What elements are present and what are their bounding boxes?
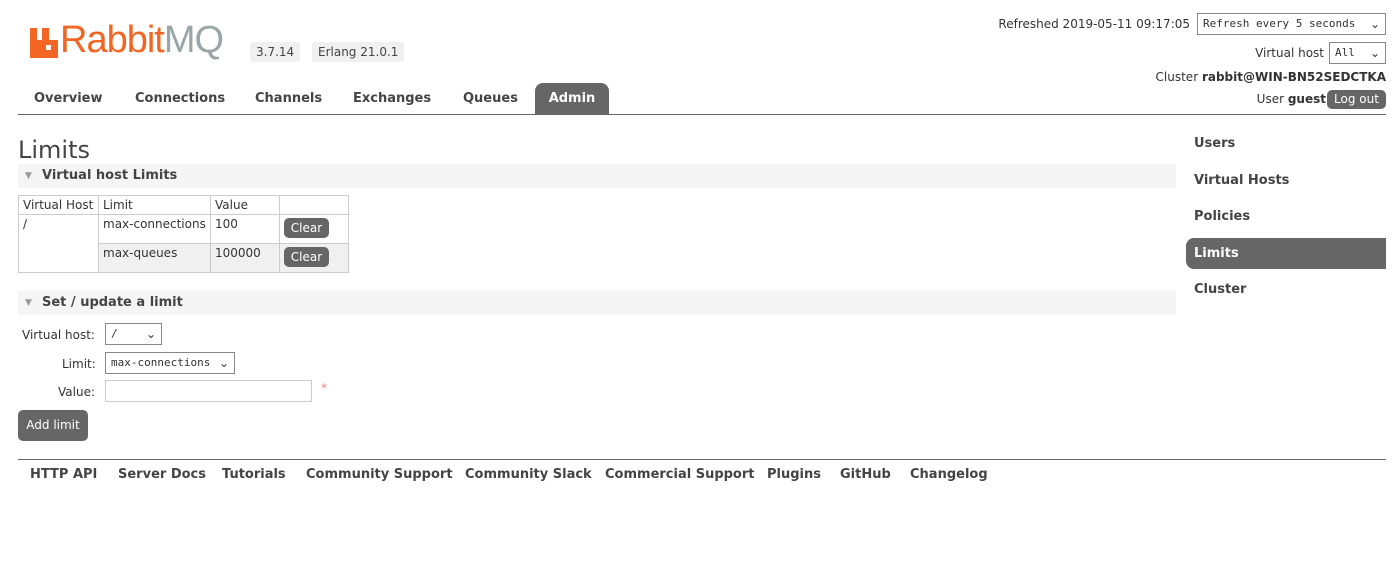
chevron-down-icon: ⌄ [218,356,229,370]
footer-changelog[interactable]: Changelog [910,467,988,482]
col-virtual-host: Virtual Host [18,195,99,215]
value-input[interactable] [105,380,312,402]
footer-server-docs[interactable]: Server Docs [118,467,206,482]
user-info: User guest [1256,92,1326,106]
footer-divider [18,459,1386,460]
limit-field-label: Limit: [62,357,96,371]
page-title: Limits [18,136,90,164]
col-value: Value [210,195,280,215]
cluster-info: Cluster rabbit@WIN-BN52SEDCTKA [1155,70,1386,84]
value-cell: 100000 [210,243,280,273]
erlang-badge: Erlang 21.0.1 [312,42,405,62]
footer-commercial-support[interactable]: Commercial Support [605,467,755,482]
refreshed-text: Refreshed 2019-05-11 09:17:05 [998,17,1190,31]
sidebar-item-limits[interactable]: Limits [1186,238,1386,269]
refresh-select[interactable]: Refresh every 5 seconds ⌄ [1197,13,1386,35]
tab-queues[interactable]: Queues [463,91,518,106]
chevron-down-icon: ⌄ [145,327,156,341]
rabbitmq-logo: RabbitMQ [30,20,224,60]
required-marker: * [321,381,327,395]
footer-plugins[interactable]: Plugins [767,467,821,482]
version-badge: 3.7.14 [250,42,301,62]
vhost-label: Virtual host [1255,46,1324,60]
vhost-field-select[interactable]: / ⌄ [105,323,162,345]
tab-connections[interactable]: Connections [135,91,225,106]
tab-admin[interactable]: Admin [535,83,609,114]
vhost-field-label: Virtual host: [22,328,95,342]
chevron-down-icon: ⌄ [1369,17,1380,31]
collapse-triangle-icon: ▼ [25,171,32,181]
table-row: / max-connections 100 Clear [18,214,349,273]
vhost-cell: / [18,214,99,273]
footer-community-slack[interactable]: Community Slack [465,467,592,482]
tab-channels[interactable]: Channels [255,91,322,106]
clear-button[interactable]: Clear [284,218,329,238]
collapse-triangle-icon: ▼ [25,298,32,308]
footer-github[interactable]: GitHub [840,467,891,482]
vhost-limits-section[interactable]: ▼ Virtual host Limits [18,164,1176,188]
tab-exchanges[interactable]: Exchanges [353,91,431,106]
clear-button[interactable]: Clear [284,247,329,267]
sidebar-item-policies[interactable]: Policies [1186,201,1386,232]
footer-http-api[interactable]: HTTP API [30,467,97,482]
value-cell: 100 [210,214,280,244]
add-limit-button[interactable]: Add limit [18,410,88,441]
footer-tutorials[interactable]: Tutorials [222,467,286,482]
logout-button[interactable]: Log out [1327,90,1386,109]
set-limit-section[interactable]: ▼ Set / update a limit [18,291,1176,315]
limit-cell: max-connections [98,214,211,244]
sidebar-item-virtual-hosts[interactable]: Virtual Hosts [1186,165,1386,196]
limits-table: Virtual Host Limit Value / max-connections 1… [18,195,349,273]
rabbit-logo-icon [30,28,58,58]
value-field-label: Value: [58,385,95,399]
col-limit: Limit [98,195,211,215]
nav-divider [18,114,1386,115]
sidebar-item-cluster[interactable]: Cluster [1186,274,1386,305]
vhost-select[interactable]: All ⌄ [1329,42,1386,64]
col-actions [279,195,349,215]
chevron-down-icon: ⌄ [1369,46,1380,60]
sidebar-item-users[interactable]: Users [1186,128,1386,159]
limit-cell: max-queues [98,243,211,273]
tab-overview[interactable]: Overview [34,91,103,106]
limit-field-select[interactable]: max-connections ⌄ [105,352,235,374]
footer-community-support[interactable]: Community Support [306,467,453,482]
